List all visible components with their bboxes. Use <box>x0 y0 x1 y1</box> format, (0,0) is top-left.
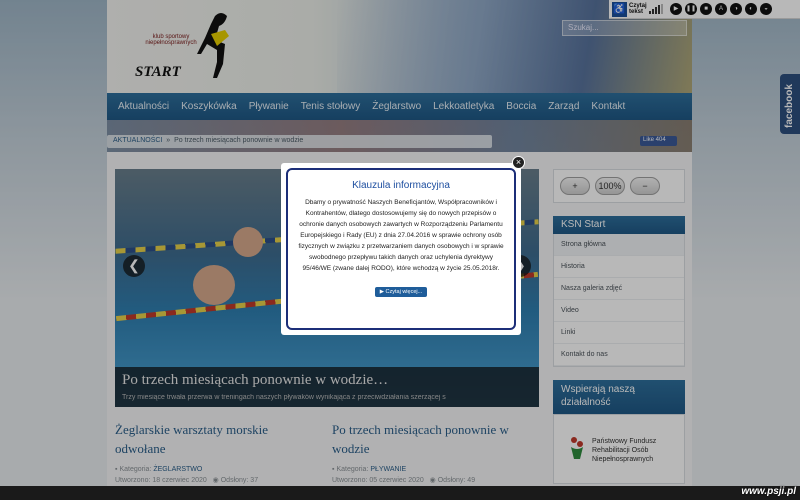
close-icon[interactable]: × <box>512 156 525 169</box>
modal-frame: Klauzula informacyjna Dbamy o prywatność… <box>286 168 516 330</box>
watermark: www.psji.pl <box>741 486 796 497</box>
modal-body: Dbamy o prywatność Naszych Beneficjantów… <box>298 199 504 272</box>
read-more-label: Czytaj więcej... <box>385 289 423 295</box>
modal-title: Klauzula informacyjna <box>352 180 450 191</box>
read-more-button[interactable]: ▶ Czytaj więcej... <box>374 287 428 297</box>
info-clause-modal: Klauzula informacyjna Dbamy o prywatność… <box>281 163 521 335</box>
bottom-band <box>0 486 800 500</box>
